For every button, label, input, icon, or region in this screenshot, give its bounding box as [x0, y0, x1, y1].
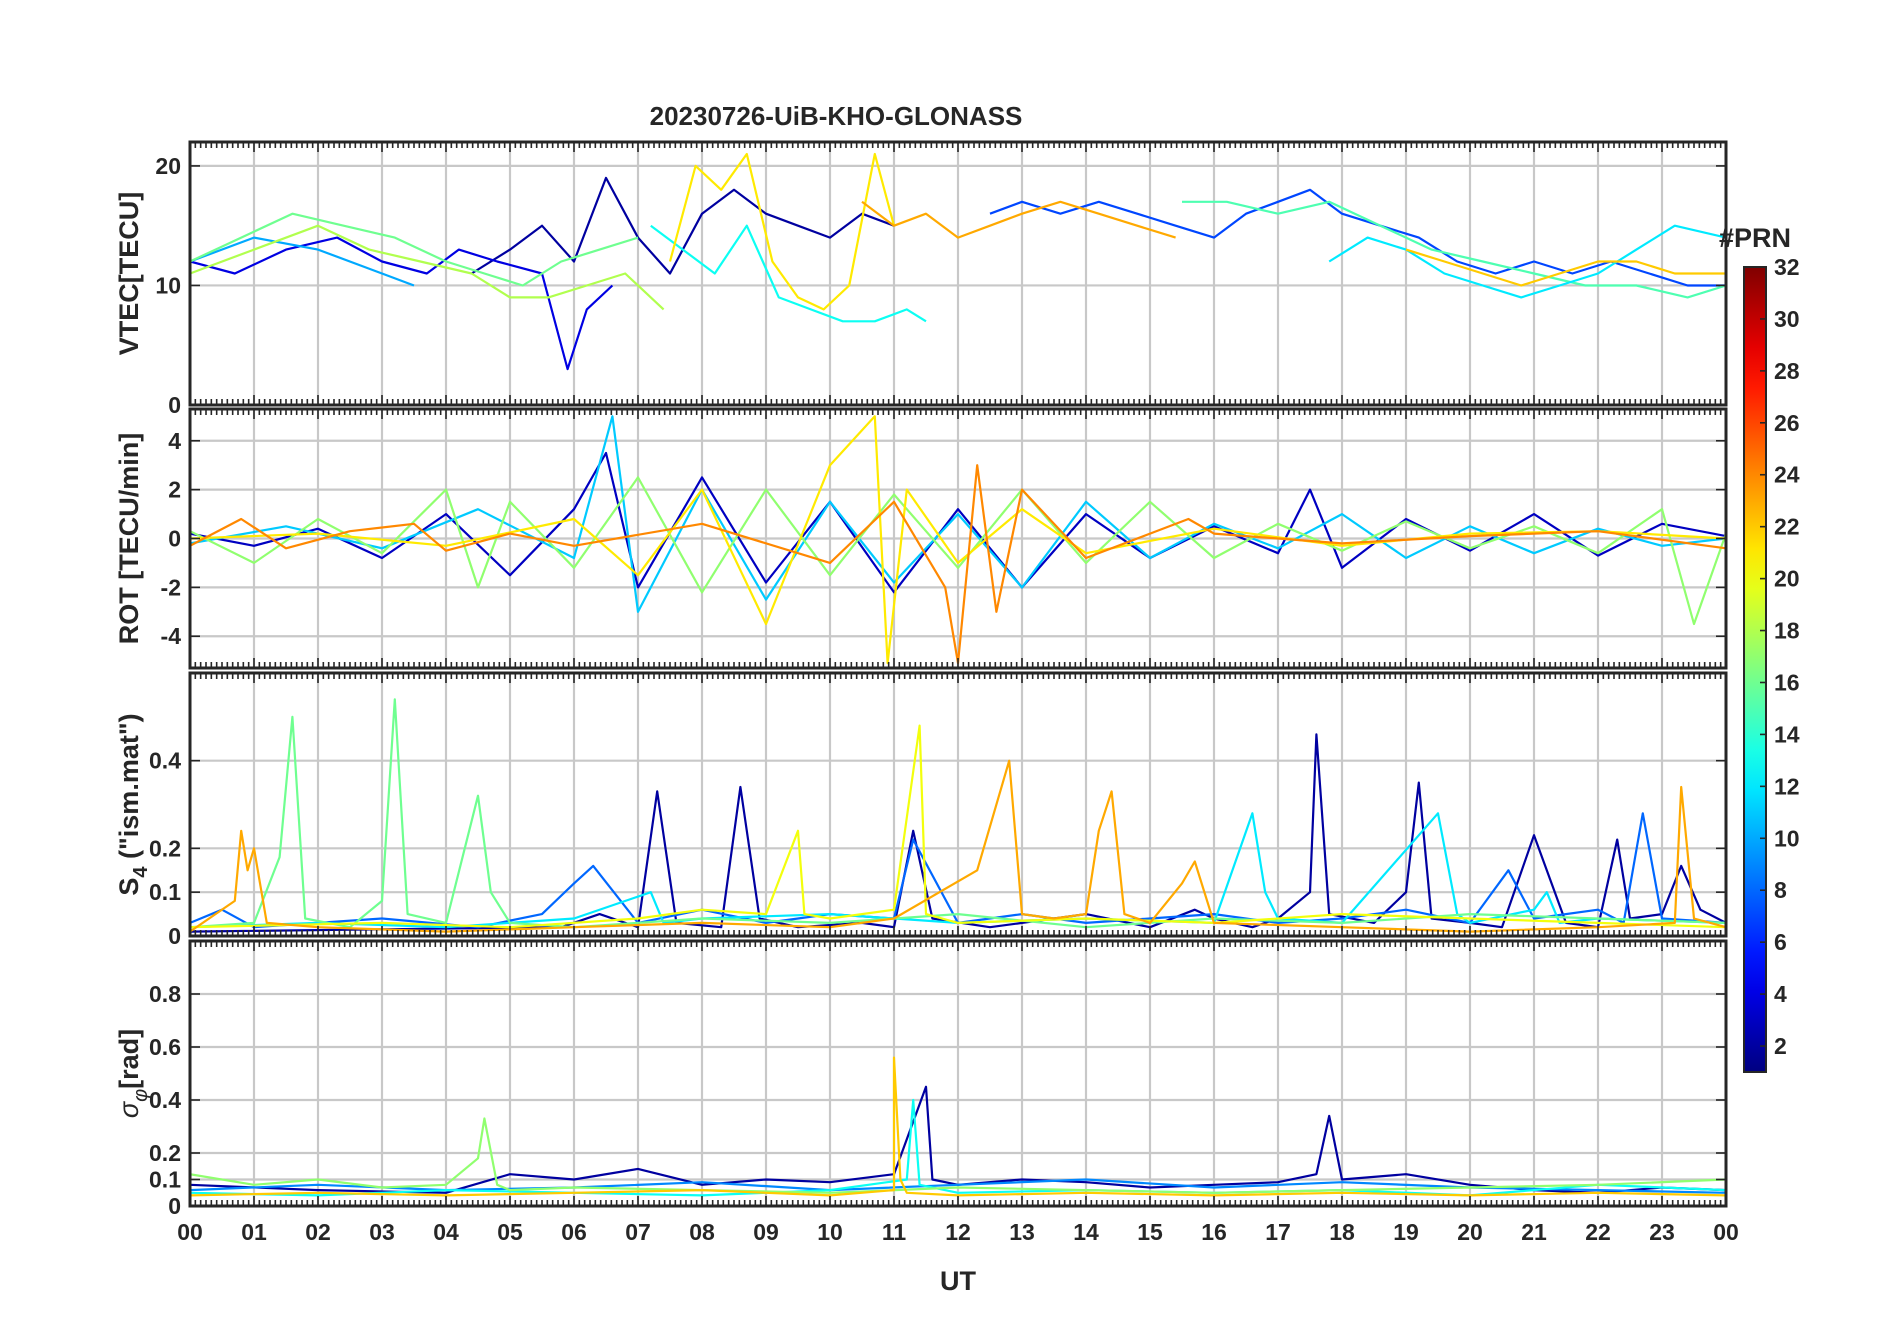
y-tick-label: 0.1 — [149, 1167, 181, 1193]
series-prn-7 — [989, 188, 1726, 287]
x-tick-label: 01 — [241, 1219, 267, 1245]
y-tick-label: 0.8 — [149, 981, 181, 1007]
y-tick-label: 0 — [168, 392, 181, 418]
series-prn-16 — [190, 212, 639, 287]
x-tick-label: 17 — [1265, 1219, 1291, 1245]
x-tick-label: 18 — [1329, 1219, 1355, 1245]
x-tick-label: 08 — [689, 1219, 715, 1245]
x-tick-label: 10 — [817, 1219, 843, 1245]
colorbar-tick-label: 26 — [1774, 410, 1800, 436]
colorbar-tick-label: 14 — [1774, 721, 1800, 747]
y-tick-label: -4 — [161, 623, 182, 649]
x-tick-label: 13 — [1009, 1219, 1035, 1245]
x-tick-label: 23 — [1649, 1219, 1675, 1245]
panel-rot: -4 -2 0 2 4 ROT [TECU/min] — [114, 407, 1728, 670]
x-tick-label: 16 — [1201, 1219, 1227, 1245]
x-tick-label: 06 — [561, 1219, 587, 1245]
series-prn-13 — [650, 224, 927, 323]
y-tick-label: 0 — [168, 1193, 181, 1219]
x-tick-label: 22 — [1585, 1219, 1611, 1245]
x-tick-label: 21 — [1521, 1219, 1547, 1245]
y-tick-label: 0 — [168, 923, 181, 949]
x-tick-label: 05 — [497, 1219, 523, 1245]
x-tick-label: 07 — [625, 1219, 651, 1245]
y-tick-label: 4 — [168, 428, 181, 454]
y-tick-label: 0.1 — [149, 879, 181, 905]
grid — [188, 941, 1728, 1208]
y-tick-label: 2 — [168, 477, 181, 503]
y-tick-label: 0.6 — [149, 1034, 181, 1060]
y-tick-label: 20 — [155, 153, 181, 179]
y-tick-label: -2 — [161, 574, 181, 600]
colorbar: #PRN 2468101214161820222426283032 — [1719, 223, 1800, 1073]
colorbar-tick-label: 22 — [1774, 514, 1800, 540]
y-axis-label-sub: φ — [130, 1089, 152, 1102]
x-tick-label: 11 — [882, 1219, 907, 1245]
colorbar-tick-label: 10 — [1774, 825, 1800, 851]
x-tick-label: 19 — [1393, 1219, 1419, 1245]
grid — [188, 673, 1728, 938]
series-prn-15 — [1182, 200, 1726, 299]
x-tick-label: 04 — [433, 1219, 459, 1245]
colorbar-tick-label: 30 — [1774, 306, 1800, 332]
x-tick-label: 09 — [753, 1219, 779, 1245]
y-tick-label: 0.4 — [149, 1087, 181, 1113]
colorbar-tick-label: 6 — [1774, 929, 1787, 955]
y-tick-label: 0.4 — [149, 748, 181, 774]
y-axis-label-rest: ("ism.mat") — [114, 713, 144, 866]
series-prn-12 — [1328, 224, 1726, 299]
colorbar-scale — [1743, 266, 1767, 1073]
colorbar-title: #PRN — [1719, 223, 1791, 253]
colorbar-tick-label: 20 — [1774, 566, 1800, 592]
x-axis-label: UT — [940, 1266, 976, 1296]
y-tick-label: 0.2 — [149, 835, 181, 861]
x-tick-label: 20 — [1457, 1219, 1483, 1245]
y-axis-label-main: σ — [114, 1100, 144, 1118]
y-tick-label: 0.2 — [149, 1140, 181, 1166]
y-axis-label-main: S — [114, 878, 144, 896]
colorbar-tick-label: 32 — [1774, 254, 1800, 280]
series-prn-23 — [861, 200, 1176, 239]
x-tick-label: 03 — [369, 1219, 395, 1245]
colorbar-tick-label: 2 — [1774, 1033, 1787, 1059]
colorbar-tick-label: 24 — [1774, 462, 1800, 488]
colorbar-tick-label: 28 — [1774, 358, 1800, 384]
y-axis-label: VTEC[TECU] — [114, 192, 144, 356]
colorbar-tick-label: 12 — [1774, 773, 1800, 799]
colorbar-tick-label: 4 — [1774, 981, 1787, 1007]
x-tick-label: 12 — [945, 1219, 971, 1245]
x-tick-label: 15 — [1137, 1219, 1163, 1245]
panel-s4: 0 0.1 0.2 0.4S4 ("ism.mat") — [114, 671, 1728, 949]
chart-title: 20230726-UiB-KHO-GLONASS — [650, 101, 1023, 131]
y-tick-label: 0 — [168, 526, 181, 552]
x-tick-label: 02 — [305, 1219, 331, 1245]
y-axis-label: σφ[rad] — [114, 1029, 152, 1118]
y-axis-label: S4 ("ism.mat") — [114, 713, 152, 895]
x-tick-label: 00 — [177, 1219, 203, 1245]
panels: 01020VTEC[TECU]-4-2024ROT [TECU/min]00.1… — [114, 140, 1739, 1245]
x-tick-label: 14 — [1073, 1219, 1099, 1245]
figure: 20230726-UiB-KHO-GLONASS 01020VTEC[TECU]… — [114, 101, 1800, 1296]
colorbar-tick-label: 18 — [1774, 618, 1800, 644]
y-axis-label: ROT [TECU/min] — [114, 433, 144, 644]
y-axis-label-rest: [rad] — [114, 1029, 144, 1089]
y-tick-label: 10 — [155, 272, 181, 298]
panel-sigma-phi: 00.10.2 0.4 0.6 0.8 σφ[rad] 00 01 02 03 04 05 06 07 0… — [114, 939, 1739, 1245]
colorbar-tick-label: 16 — [1774, 669, 1800, 695]
panel-vtec: 0 10 20 VTEC[TECU] — [114, 140, 1728, 418]
x-tick-label: 00 — [1713, 1219, 1739, 1245]
colorbar-tick-label: 8 — [1774, 877, 1787, 903]
